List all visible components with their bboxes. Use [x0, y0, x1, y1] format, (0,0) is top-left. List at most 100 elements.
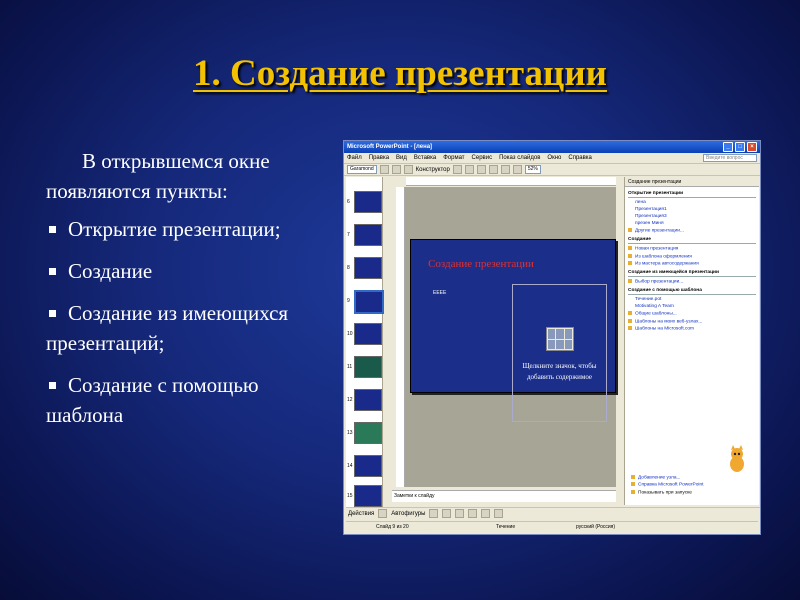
diagram-icon[interactable] [556, 339, 564, 349]
chart-icon[interactable] [512, 165, 522, 174]
notes-pane[interactable]: Заметки к слайду [392, 490, 616, 502]
tp-section-title: Создание из имеющейся презентации [628, 270, 756, 278]
show-on-startup-checkbox[interactable]: Показывать при запуске [631, 490, 753, 495]
mini-slide-title[interactable]: Создание презентации [411, 258, 551, 270]
tp-link[interactable]: лена [635, 200, 756, 205]
menu-window[interactable]: Окно [547, 155, 561, 161]
tp-link[interactable]: Презентация3 [635, 214, 756, 219]
line-icon[interactable] [429, 509, 439, 518]
rectangle-icon[interactable] [442, 509, 452, 518]
table-icon[interactable] [548, 329, 556, 339]
tp-link[interactable]: Шаблоны на Microsoft.com [628, 326, 756, 331]
draw-actions-menu[interactable]: Действия [348, 511, 374, 517]
vertical-ruler [396, 187, 405, 487]
bold-icon[interactable] [379, 165, 389, 174]
list-icon[interactable] [403, 165, 413, 174]
tp-link[interactable]: Из мастера автосодержания [628, 261, 756, 266]
menu-insert[interactable]: Вставка [414, 155, 436, 161]
slide-thumbnail[interactable] [354, 389, 382, 411]
new-icon[interactable] [452, 165, 462, 174]
tp-section-title: Открытие презентации [628, 191, 756, 198]
media-icon[interactable] [564, 339, 572, 349]
tp-link[interactable]: Справка Microsoft PowerPoint [631, 482, 753, 488]
slide-thumbnail[interactable] [354, 422, 382, 444]
font-color-icon[interactable] [494, 509, 504, 518]
zoom-select[interactable]: 52% [524, 165, 541, 174]
square-bullet-icon [49, 268, 56, 276]
square-bullet-icon [49, 310, 56, 318]
tp-link[interactable]: Выбор презентации... [628, 279, 756, 284]
slide-thumbnail[interactable] [354, 485, 382, 507]
square-bullet-icon [49, 382, 56, 390]
clipart-icon[interactable] [564, 329, 572, 339]
slide-thumbnail[interactable] [354, 257, 382, 279]
formatting-toolbar: Garamond Конструктор 52% [344, 164, 760, 176]
oval-icon[interactable] [455, 509, 465, 518]
maximize-button[interactable]: □ [735, 142, 745, 152]
tp-link[interactable]: Из шаблона оформления [628, 254, 756, 259]
slide-thumbnail[interactable] [354, 191, 382, 213]
content-placeholder[interactable]: Щелкните значок, чтобы добавить содержим… [512, 284, 607, 422]
menu-bar: Файл Правка Вид Вставка Формат Сервис По… [344, 153, 760, 164]
menu-edit[interactable]: Правка [369, 155, 389, 161]
intro-text: В открывшемся окне появляются пункты: [46, 149, 270, 203]
tp-link[interactable]: Презентация1 [635, 207, 756, 212]
tp-link[interactable]: Шаблоны на моих веб-узлах... [628, 319, 756, 324]
pointer-icon[interactable] [378, 509, 388, 518]
task-pane-header[interactable]: Создание презентации [625, 177, 759, 187]
current-slide[interactable]: Создание презентации ЕЕЕЕ Щелкните значо… [410, 239, 616, 422]
tp-section-title: Создание с помощью шаблона [628, 288, 756, 296]
slide-editing-area[interactable]: Создание презентации ЕЕЕЕ Щелкните значо… [405, 187, 616, 487]
tp-section-title: Создание [628, 237, 756, 245]
tp-link[interactable]: Другие презентации... [628, 228, 756, 233]
tp-link[interactable]: Motivating A Team [635, 304, 756, 309]
tp-link[interactable]: Добавление узла... [631, 475, 753, 480]
bullet-item: Создание [46, 256, 336, 286]
font-select[interactable]: Garamond [347, 165, 377, 174]
mini-slide-text[interactable]: ЕЕЕЕ [433, 290, 446, 296]
minimize-button[interactable]: _ [723, 142, 733, 152]
slide-thumbnail-selected[interactable] [354, 290, 384, 314]
help-search-input[interactable]: Введите вопрос [703, 154, 757, 162]
slide-thumbnail[interactable] [354, 455, 382, 477]
bullet-text: Открытие презентации; [68, 217, 281, 241]
thumb-number: 13 [347, 430, 353, 436]
thumb-number: 7 [347, 232, 350, 238]
menu-help[interactable]: Справка [568, 155, 592, 161]
textbox-icon[interactable] [468, 509, 478, 518]
task-pane: Создание презентации Открытие презентаци… [624, 177, 759, 505]
bullet-text: Создание из имеющихся презентаций; [46, 301, 289, 355]
print-icon[interactable] [488, 165, 498, 174]
slide-thumbnail[interactable] [354, 356, 382, 378]
thumb-number: 12 [347, 397, 353, 403]
status-language: русский (Россия) [576, 524, 616, 530]
align-icon[interactable] [391, 165, 401, 174]
drawing-toolbar: Действия Автофигуры [346, 507, 760, 519]
close-button[interactable]: × [747, 142, 757, 152]
autoshapes-menu[interactable]: Автофигуры [391, 511, 425, 517]
undo-icon[interactable] [500, 165, 510, 174]
tp-link[interactable]: Течение.pot [635, 297, 756, 302]
tp-bottom-links: Добавление узла... Справка Microsoft Pow… [628, 473, 756, 495]
tp-link[interactable]: Новая презентация [628, 246, 756, 252]
office-assistant-cat-icon[interactable] [725, 445, 749, 473]
menu-slideshow[interactable]: Показ слайдов [499, 155, 540, 161]
bullet-list: В открывшемся окне появляются пункты: От… [46, 146, 336, 442]
slide-thumbnail[interactable] [354, 323, 382, 345]
tp-link[interactable]: презен Миня [635, 221, 756, 226]
menu-view[interactable]: Вид [396, 155, 407, 161]
design-button[interactable]: Конструктор [416, 167, 450, 173]
insert-content-icons[interactable] [546, 327, 574, 351]
menu-file[interactable]: Файл [347, 155, 362, 161]
tp-link[interactable]: Общие шаблоны... [628, 311, 756, 317]
slide-thumbnail-pane: 6 7 8 9 10 11 12 13 14 15 [346, 177, 384, 507]
open-icon[interactable] [464, 165, 474, 174]
thumb-number: 9 [347, 298, 350, 304]
menu-format[interactable]: Формат [443, 155, 464, 161]
menu-tools[interactable]: Сервис [472, 155, 493, 161]
save-icon[interactable] [476, 165, 486, 174]
chart-icon[interactable] [556, 329, 564, 339]
picture-icon[interactable] [548, 339, 556, 349]
fill-color-icon[interactable] [481, 509, 491, 518]
slide-thumbnail[interactable] [354, 224, 382, 246]
